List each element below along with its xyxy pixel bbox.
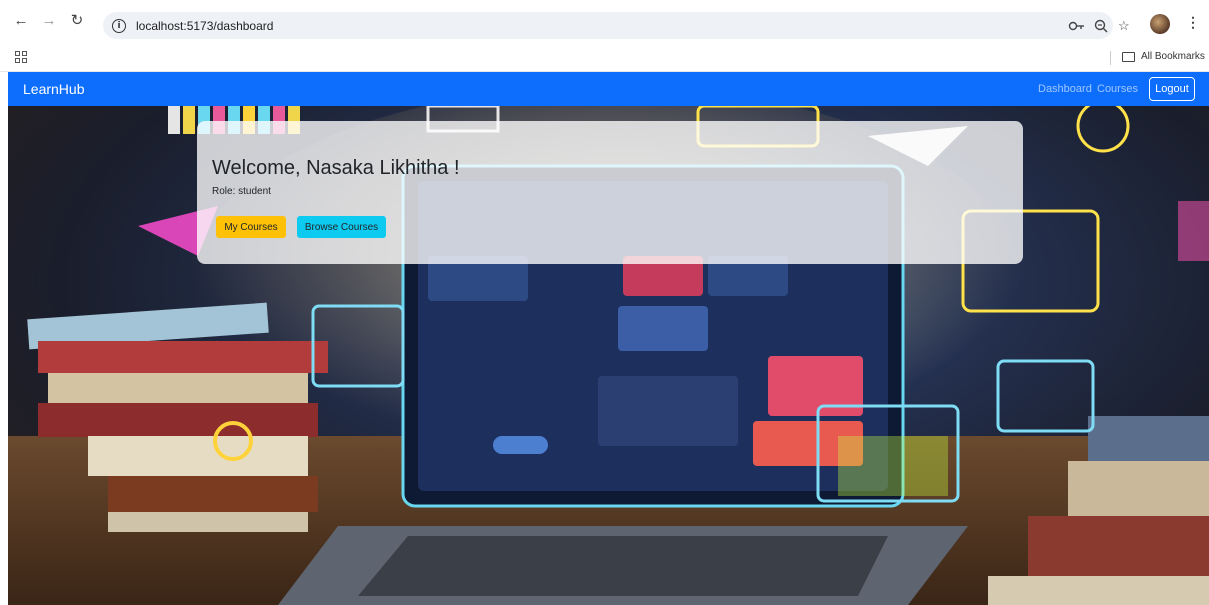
password-key-icon[interactable] [1068, 12, 1086, 39]
nav-link-dashboard[interactable]: Dashboard [1038, 83, 1092, 95]
zoom-icon[interactable] [1094, 12, 1108, 39]
app-navbar: LearnHub Dashboard Courses Logout [8, 72, 1209, 106]
bookmark-star-icon[interactable]: ☆ [1118, 12, 1130, 39]
back-arrow-icon[interactable]: ← [11, 10, 31, 30]
forward-arrow-icon[interactable]: → [39, 10, 59, 30]
all-bookmarks-label[interactable]: All Bookmarks [1141, 51, 1205, 62]
address-bar[interactable]: i localhost:5173/dashboard [103, 12, 1113, 39]
apps-grid-icon[interactable] [15, 51, 27, 63]
browse-courses-button[interactable]: Browse Courses [297, 216, 386, 238]
logout-button[interactable]: Logout [1149, 77, 1195, 101]
my-courses-button[interactable]: My Courses [216, 216, 286, 238]
profile-avatar[interactable] [1150, 14, 1170, 34]
browser-toolbar: ← → ↻ i localhost:5173/dashboard ☆ ⋮ [0, 0, 1209, 46]
reload-icon[interactable]: ↻ [67, 10, 87, 30]
role-text: Role: student [212, 186, 271, 197]
welcome-card: Welcome, Nasaka Likhitha ! Role: student… [197, 121, 1023, 264]
folder-icon[interactable] [1122, 52, 1135, 62]
brand-logo[interactable]: LearnHub [23, 81, 85, 97]
url-text: localhost:5173/dashboard [136, 18, 274, 33]
welcome-heading: Welcome, Nasaka Likhitha ! [212, 157, 460, 179]
nav-link-courses[interactable]: Courses [1097, 83, 1138, 95]
bookmarks-divider [1110, 51, 1111, 65]
site-info-icon[interactable]: i [112, 18, 126, 33]
menu-kebab-icon[interactable]: ⋮ [1186, 14, 1200, 31]
bookmarks-bar [0, 46, 1209, 72]
